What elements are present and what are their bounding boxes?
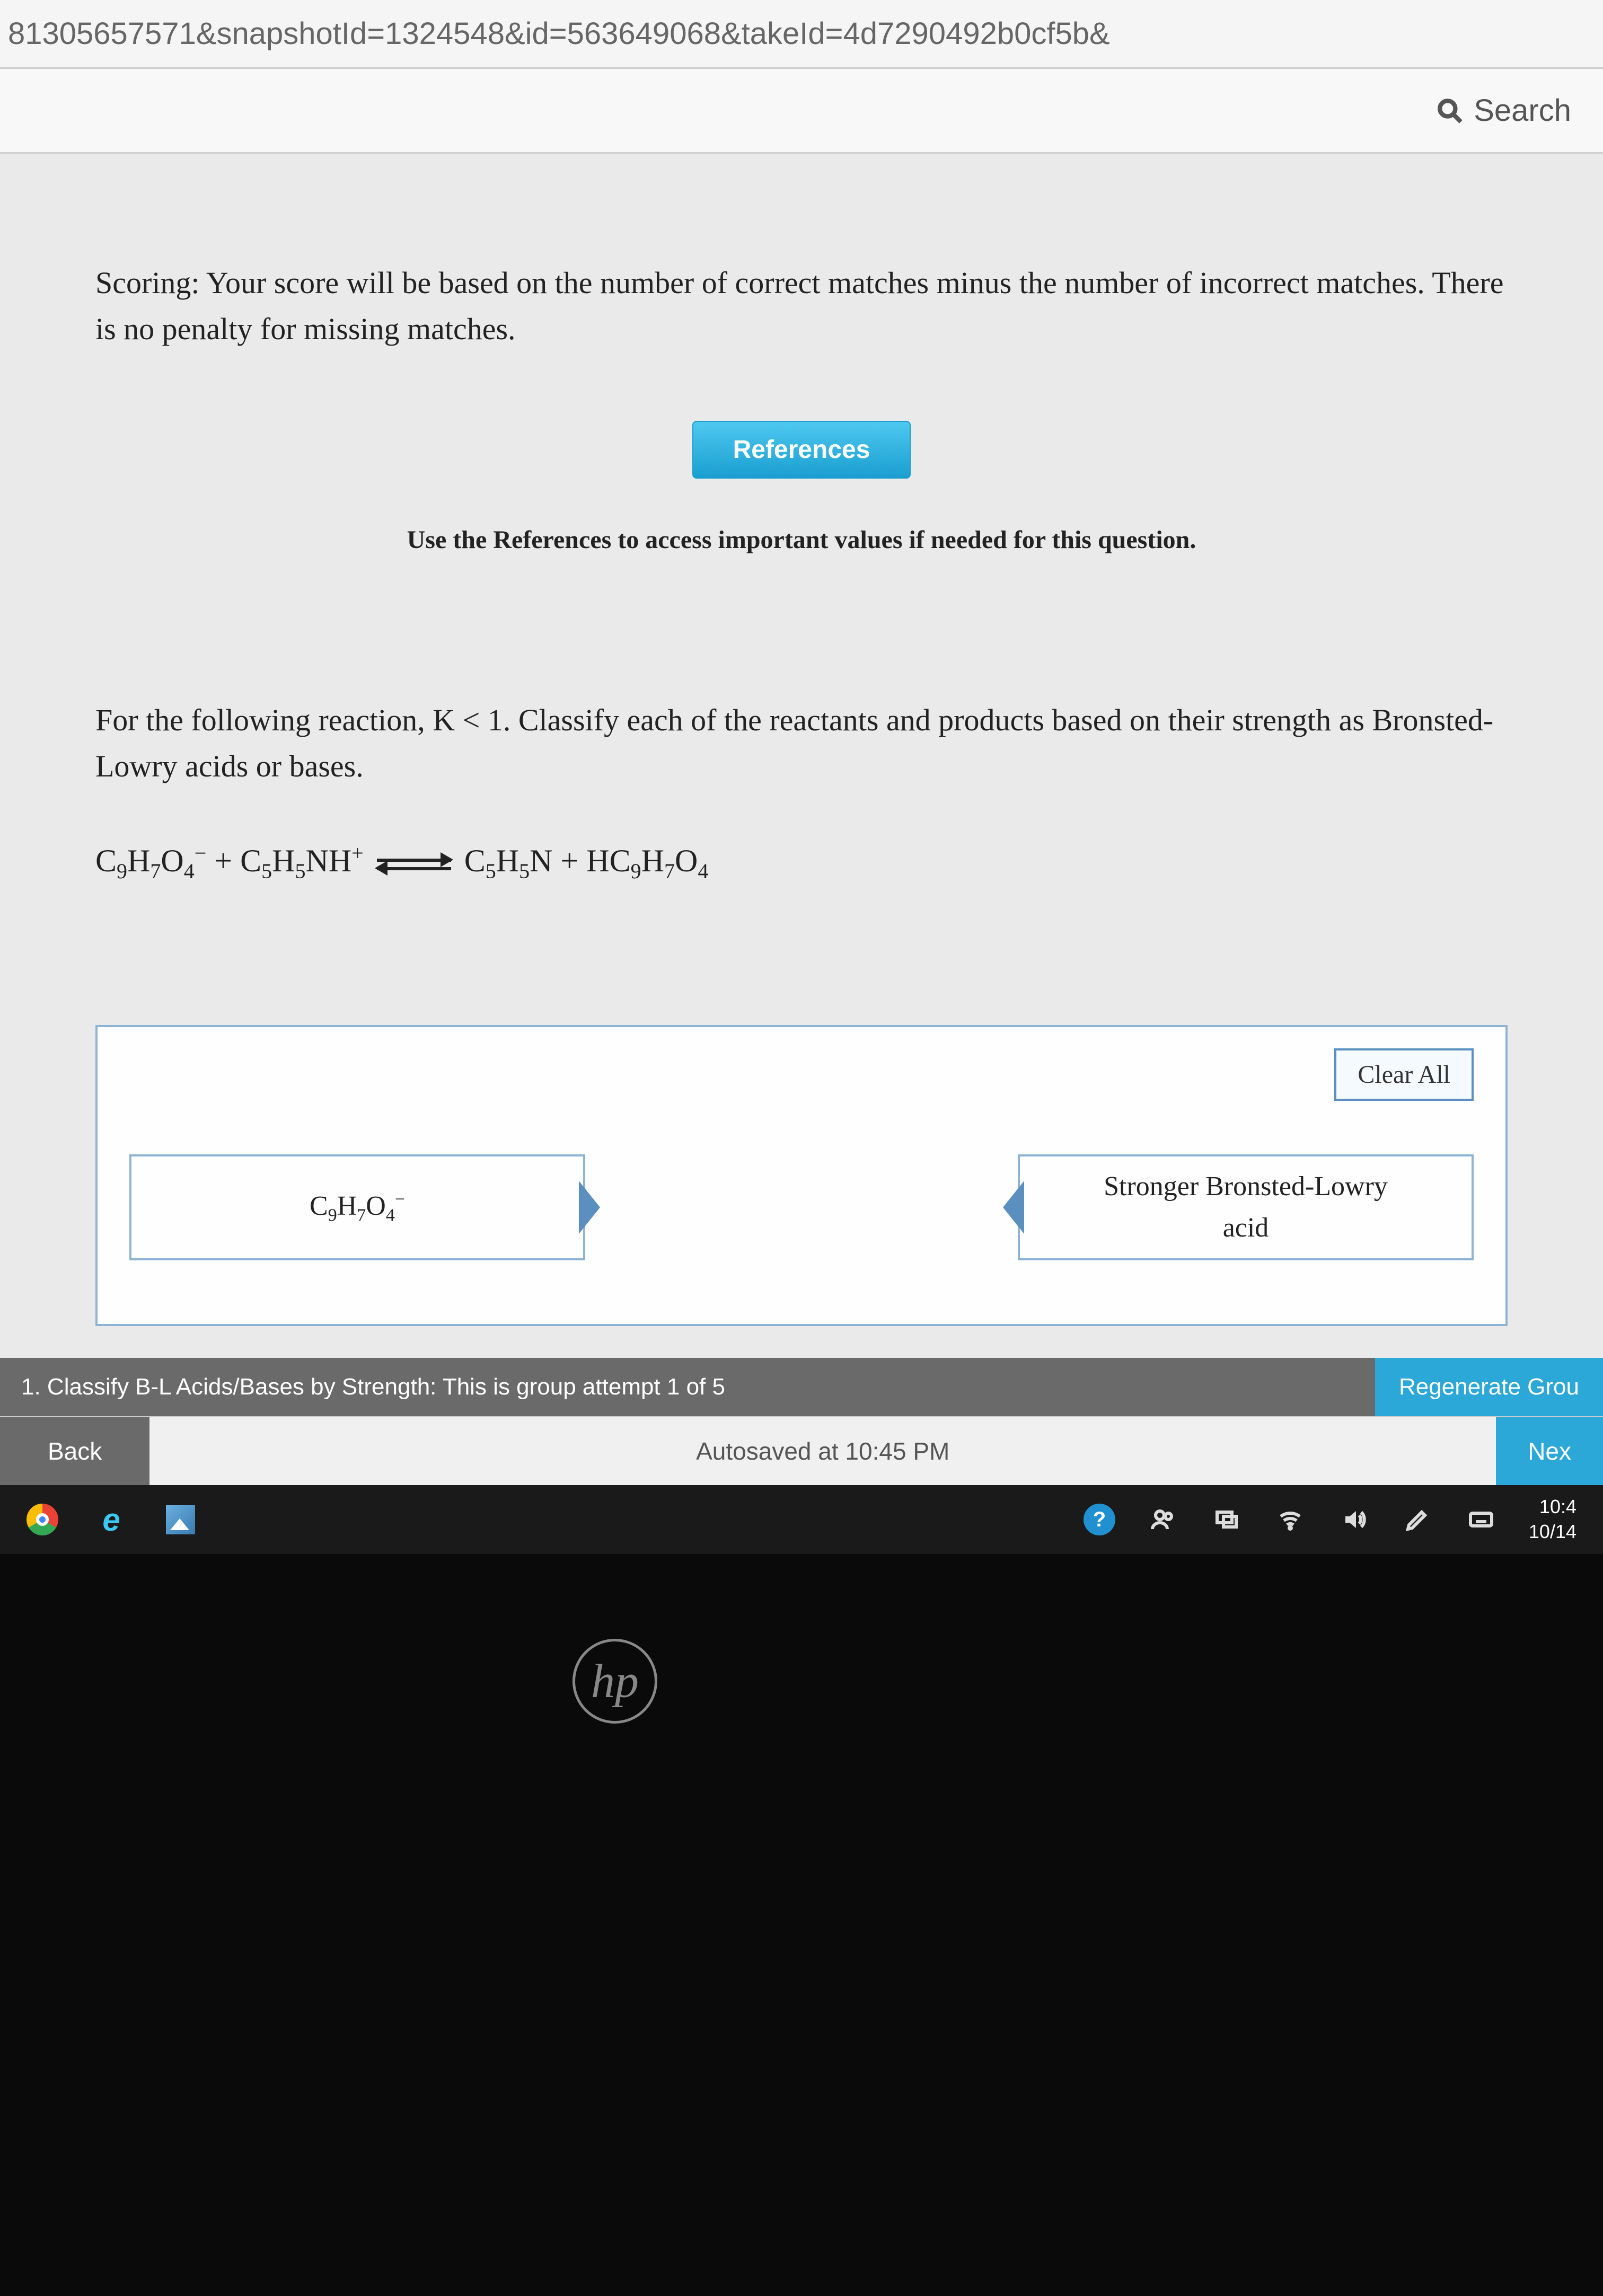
help-tray-icon[interactable]: ? [1084,1504,1115,1535]
references-button[interactable]: References [692,421,911,479]
scoring-text: Scoring: Your score will be based on the… [95,260,1508,352]
keyboard-tray-icon[interactable] [1465,1504,1497,1535]
species-formula: C9H7O4− [310,1186,405,1229]
photos-taskbar-icon[interactable] [164,1504,196,1535]
draggable-species-tile[interactable]: C9H7O4− [129,1154,585,1260]
windows-taskbar: e ? 10:4 10/14 [0,1485,1603,1554]
taskbar-date: 10/14 [1529,1520,1576,1544]
edge-taskbar-icon[interactable]: e [95,1504,127,1535]
attempt-status-bar: 1. Classify B-L Acids/Bases by Strength:… [0,1358,1603,1416]
attempt-status-text: 1. Classify B-L Acids/Bases by Strength:… [0,1358,1375,1416]
top-toolbar: Search [0,69,1603,154]
laptop-bezel: hp [0,1554,1603,2296]
classification-dropzone: Clear All C9H7O4− Stronger Bronsted-Lowr… [95,1025,1508,1326]
chrome-taskbar-icon[interactable] [27,1504,58,1535]
category-label: Stronger Bronsted-Lowry acid [1104,1166,1388,1249]
chemical-equation: C9H7O4− + C5H5NH+ C5H5N + HC9H7O4 [95,837,1508,887]
search-icon [1437,98,1463,124]
wifi-tray-icon[interactable] [1274,1504,1306,1535]
hp-logo-icon: hp [572,1639,657,1724]
back-button[interactable]: Back [0,1417,149,1485]
question-prompt: For the following reaction, K < 1. Class… [95,697,1508,789]
autosave-status: Autosaved at 10:45 PM [149,1437,1496,1465]
category-drop-target[interactable]: Stronger Bronsted-Lowry acid [1018,1154,1474,1260]
next-button[interactable]: Nex [1496,1417,1603,1485]
drag-handle-left-icon [1003,1181,1024,1234]
regenerate-group-button[interactable]: Regenerate Grou [1375,1358,1603,1416]
volume-tray-icon[interactable] [1338,1504,1370,1535]
url-bar[interactable]: 81305657571&snapshotId=1324548&id=563649… [0,0,1603,69]
clear-all-button[interactable]: Clear All [1334,1048,1474,1101]
drag-handle-right-icon [579,1181,600,1234]
taskbar-time: 10:4 [1529,1495,1576,1520]
project-tray-icon[interactable] [1211,1504,1243,1535]
navigation-bar: Back Autosaved at 10:45 PM Nex [0,1416,1603,1485]
search-label: Search [1474,93,1571,128]
question-content: Scoring: Your score will be based on the… [0,154,1603,1358]
search-button[interactable]: Search [1437,93,1571,128]
clock-tray[interactable]: 10:4 10/14 [1529,1495,1576,1544]
pen-tray-icon[interactable] [1402,1504,1433,1535]
people-tray-icon[interactable] [1147,1504,1179,1535]
references-hint: Use the References to access important v… [95,521,1508,559]
